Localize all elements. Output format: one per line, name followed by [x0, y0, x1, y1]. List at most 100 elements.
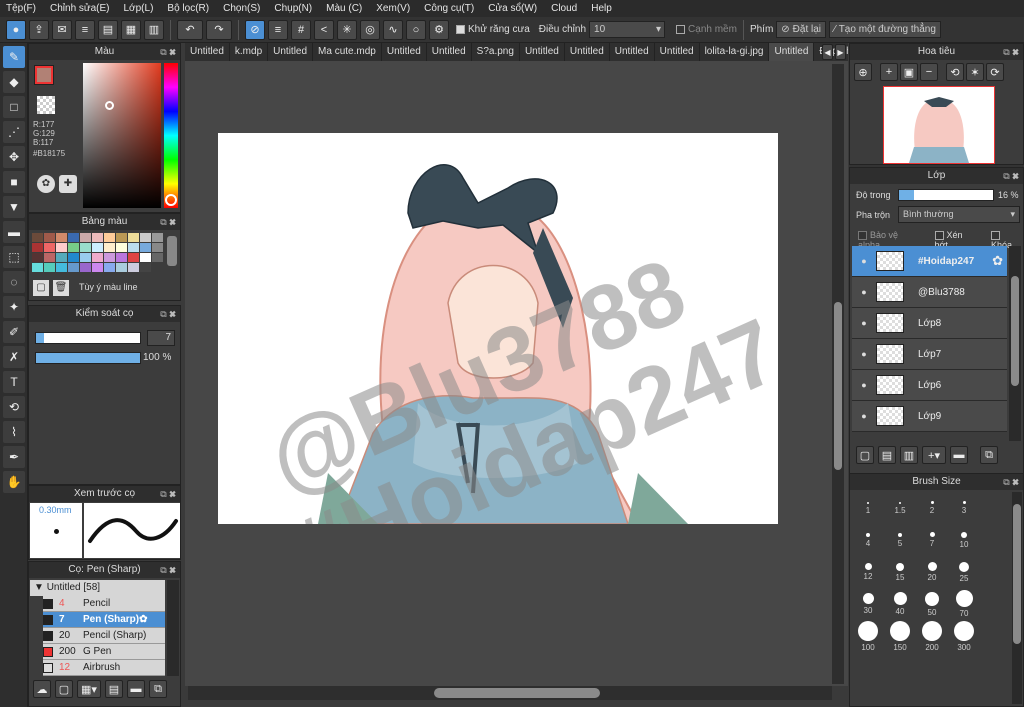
- tab-right-icon[interactable]: ▶: [835, 44, 846, 60]
- palette-swatch[interactable]: [56, 233, 67, 242]
- palette-swatch[interactable]: [116, 263, 127, 272]
- palette-swatch[interactable]: [92, 253, 103, 262]
- brush-size-option[interactable]: 4: [852, 524, 884, 556]
- brush-mode-icon[interactable]: ●: [6, 19, 26, 40]
- duplicate-icon[interactable]: ⧉: [149, 680, 167, 698]
- sv-cursor[interactable]: [105, 101, 114, 110]
- palette-swatch[interactable]: [140, 243, 151, 252]
- palette-swatch[interactable]: [140, 263, 151, 272]
- brush-size-option[interactable]: 40: [884, 588, 916, 620]
- palette-swatch[interactable]: [44, 263, 55, 272]
- snap-circle-icon[interactable]: ◎: [360, 19, 380, 40]
- palette-swatch[interactable]: [128, 253, 139, 262]
- snap-perspective-icon[interactable]: <: [314, 19, 334, 40]
- eye-icon[interactable]: ●: [852, 411, 876, 421]
- brush-size-option[interactable]: 3: [948, 492, 980, 524]
- tab-document[interactable]: Untitled: [610, 43, 655, 61]
- snap-ellipse-icon[interactable]: ○: [406, 19, 426, 40]
- close-icon[interactable]: ⧉ ✖: [160, 214, 176, 230]
- menu-item[interactable]: Màu (C): [326, 3, 362, 14]
- close-icon[interactable]: ⧉ ✖: [160, 486, 176, 502]
- zoom-in-icon[interactable]: +: [880, 63, 898, 81]
- dot-line-tool-icon[interactable]: ⋰: [3, 121, 25, 143]
- layer-opacity-slider[interactable]: [898, 189, 994, 201]
- tab-document[interactable]: Untitled: [565, 43, 610, 61]
- move-tool-icon[interactable]: ✥: [3, 146, 25, 168]
- layer-row[interactable]: ● Lớp8: [852, 308, 1007, 339]
- palette-swatch[interactable]: [140, 233, 151, 242]
- hand-tool-icon[interactable]: ✋: [3, 471, 25, 493]
- brush-item[interactable]: 200 G Pen: [43, 644, 165, 660]
- brush-size-option[interactable]: 300: [948, 620, 980, 652]
- eye-icon[interactable]: ●: [852, 287, 876, 297]
- tab-document[interactable]: S?a.png: [472, 43, 520, 61]
- menu-item[interactable]: Công cụ(T): [424, 3, 474, 14]
- zoom-out-icon[interactable]: −: [920, 63, 938, 81]
- close-icon[interactable]: ⧉ ✖: [160, 44, 176, 60]
- gear-icon[interactable]: ✿: [139, 614, 147, 625]
- brush-size-option[interactable]: 1: [852, 492, 884, 524]
- brush-size-option[interactable]: 12: [852, 556, 884, 588]
- palette-swatch[interactable]: [32, 253, 43, 262]
- navigator-preview[interactable]: [883, 86, 995, 164]
- palette-swatch[interactable]: [68, 233, 79, 242]
- palette-swatch[interactable]: [92, 233, 103, 242]
- rect-select-tool-icon[interactable]: □: [3, 96, 25, 118]
- zoom-icon[interactable]: ⊕: [854, 63, 872, 81]
- palette-swatch[interactable]: [32, 263, 43, 272]
- saturation-value-picker[interactable]: [83, 63, 161, 208]
- snap-parallel-icon[interactable]: ≡: [268, 19, 288, 40]
- tab-document[interactable]: Untitled: [769, 43, 815, 61]
- brush-size-option[interactable]: 2: [916, 492, 948, 524]
- blend-select[interactable]: Bình thường ▾: [898, 206, 1020, 223]
- vertical-scrollbar[interactable]: [832, 64, 844, 684]
- straight-line-button[interactable]: ⁄ Tạo một đường thẳng: [829, 21, 941, 38]
- brush-size-option[interactable]: 150: [884, 620, 916, 652]
- palette-swatch[interactable]: [44, 253, 55, 262]
- bucket-tool-icon[interactable]: ▼: [3, 196, 25, 218]
- hue-slider[interactable]: [164, 63, 178, 208]
- brush-list-scrollbar[interactable]: [167, 580, 179, 676]
- brush-size-scrollbar[interactable]: [1012, 492, 1022, 704]
- trash-icon[interactable]: 🗑: [53, 280, 69, 296]
- palette-swatch[interactable]: [152, 253, 163, 262]
- palette-swatch[interactable]: [92, 263, 103, 272]
- horizontal-scrollbar[interactable]: [188, 686, 832, 700]
- settings-doc-icon[interactable]: ▦: [121, 19, 141, 40]
- export-icon[interactable]: ⇪: [29, 19, 49, 40]
- close-icon[interactable]: ⧉ ✖: [160, 306, 176, 322]
- tab-document[interactable]: lolita-la-gi.jpg: [700, 43, 770, 61]
- layer-scroll-thumb[interactable]: [1011, 276, 1019, 386]
- brush-size-option[interactable]: 50: [916, 588, 948, 620]
- gear-icon[interactable]: ✿: [992, 253, 1003, 269]
- palette-swatch[interactable]: [128, 263, 139, 272]
- brush-size-option[interactable]: 1.5: [884, 492, 916, 524]
- palette-swatch[interactable]: [56, 253, 67, 262]
- new-layer-icon[interactable]: ▢: [856, 446, 874, 464]
- tab-left-icon[interactable]: ◀: [822, 44, 833, 60]
- eraser-tool-icon[interactable]: ◆: [3, 71, 25, 93]
- text-tool-icon[interactable]: T: [3, 371, 25, 393]
- layer-menu-icon[interactable]: +▾: [922, 446, 946, 464]
- brush-size-option[interactable]: 15: [884, 556, 916, 588]
- menu-item[interactable]: Xem(V): [376, 3, 410, 14]
- divide-tool-icon[interactable]: ⟲: [3, 396, 25, 418]
- reset-button[interactable]: ⊘ Đặt lại: [776, 21, 827, 38]
- eyedropper-tool-icon[interactable]: ⌇: [3, 421, 25, 443]
- layer-row[interactable]: ● Lớp6: [852, 370, 1007, 401]
- brush-size-option[interactable]: 30: [852, 588, 884, 620]
- brush-size-scroll-thumb[interactable]: [1013, 504, 1021, 644]
- menu-item[interactable]: Cloud: [551, 3, 577, 14]
- palette-swatch[interactable]: [68, 263, 79, 272]
- menu-item[interactable]: Chụp(N): [274, 3, 312, 14]
- transparent-swatch[interactable]: [37, 96, 55, 114]
- brush-item[interactable]: 12 Airbrush: [43, 660, 165, 676]
- tab-document[interactable]: k.mdp: [230, 43, 269, 61]
- snap-settings-icon[interactable]: ⚙: [429, 19, 449, 40]
- magic-wand-tool-icon[interactable]: ✦: [3, 296, 25, 318]
- menu-item[interactable]: Chỉnh sửa(E): [50, 3, 110, 14]
- palette-swatch[interactable]: [80, 243, 91, 252]
- smooth-checkbox[interactable]: Cạnh mềm: [676, 24, 737, 35]
- vertical-scroll-thumb[interactable]: [834, 302, 842, 470]
- hue-cursor[interactable]: [165, 194, 177, 206]
